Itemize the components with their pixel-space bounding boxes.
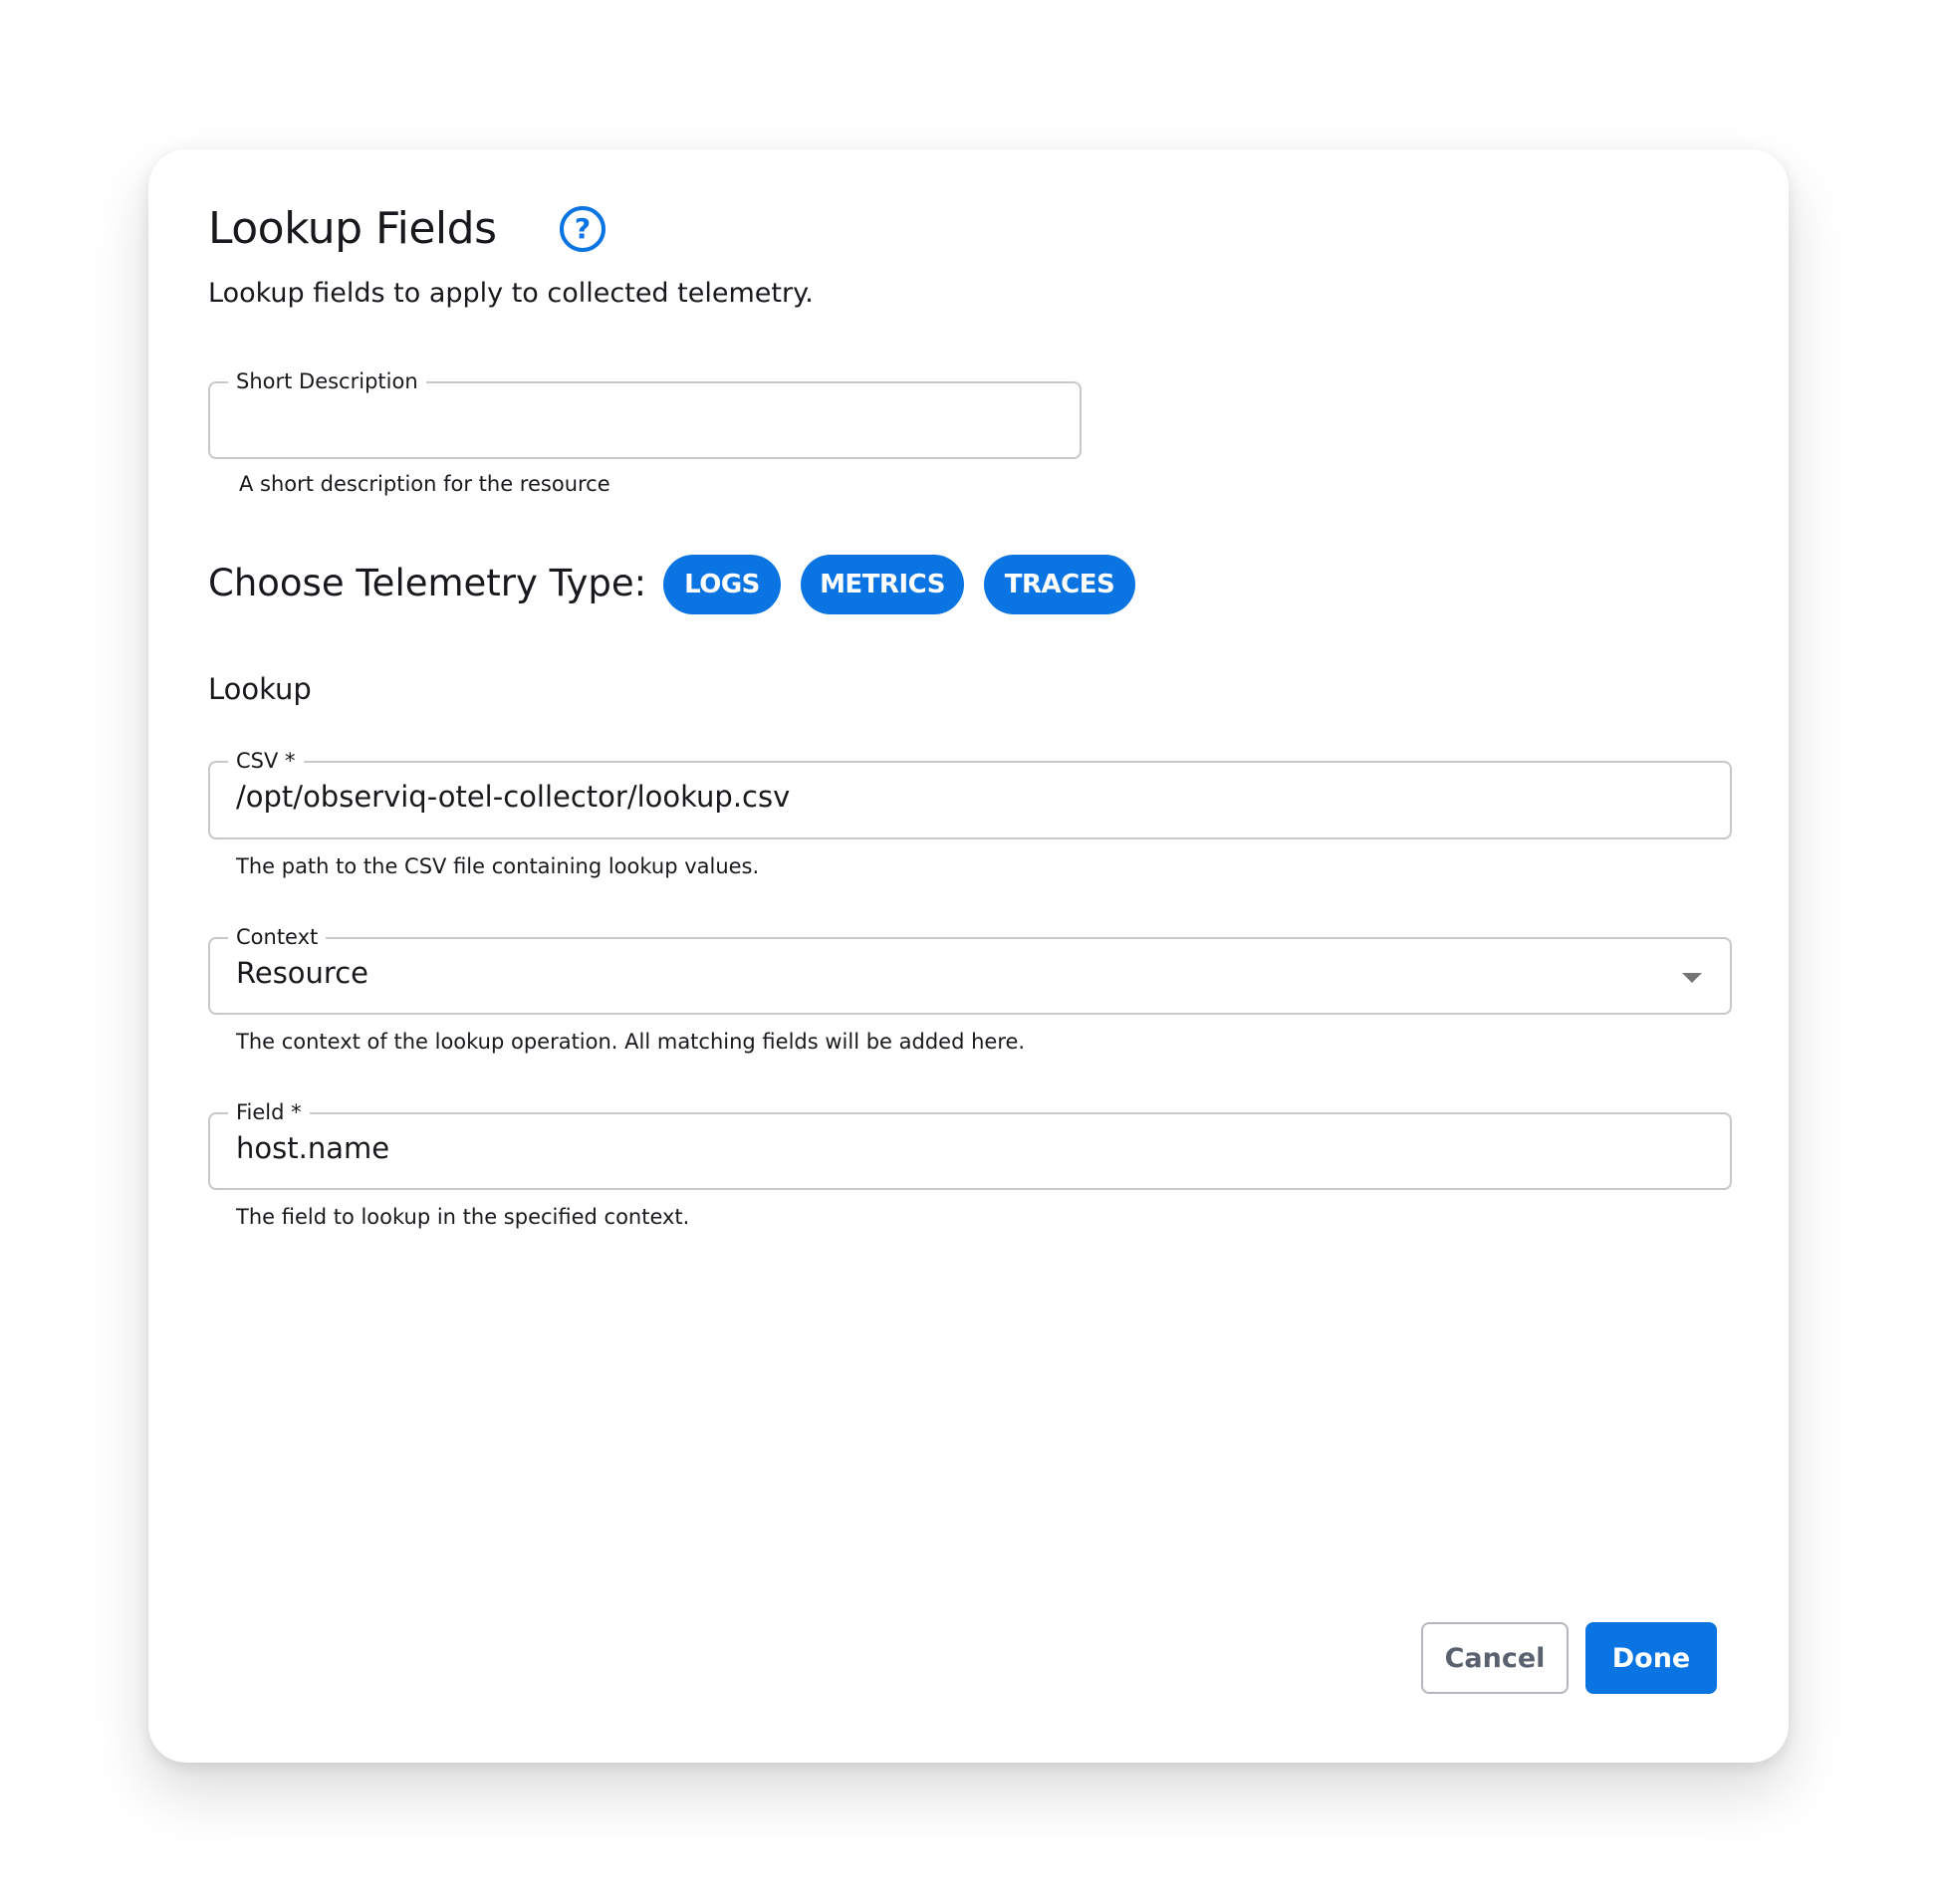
csv-helper: The path to the CSV file containing look…	[236, 854, 760, 878]
context-label: Context	[228, 922, 327, 952]
short-description-field[interactable]: Short Description	[208, 366, 1082, 459]
cancel-button[interactable]: Cancel	[1421, 1622, 1569, 1694]
field-helper: The field to lookup in the specified con…	[236, 1205, 690, 1229]
context-select[interactable]: Context Resource	[208, 922, 1732, 1015]
field-input-field[interactable]: Field * host.name	[208, 1097, 1732, 1190]
csv-label: CSV *	[228, 746, 304, 776]
telemetry-type-label: Choose Telemetry Type:	[208, 562, 647, 604]
context-helper: The context of the lookup operation. All…	[236, 1030, 1026, 1054]
done-button[interactable]: Done	[1585, 1622, 1717, 1694]
help-icon[interactable]: ?	[560, 206, 606, 252]
dialog-title: Lookup Fields	[208, 203, 497, 254]
chevron-down-icon[interactable]	[1682, 973, 1702, 983]
context-value: Resource	[236, 956, 368, 990]
field-input[interactable]: host.name	[236, 1128, 389, 1168]
chip-logs[interactable]: LOGS	[663, 555, 781, 614]
lookup-fields-dialog: Lookup Fields ? Lookup fields to apply t…	[148, 149, 1789, 1763]
field-label: Field *	[228, 1097, 310, 1127]
chip-metrics[interactable]: METRICS	[801, 555, 964, 614]
short-description-helper: A short description for the resource	[239, 472, 610, 496]
short-description-label: Short Description	[228, 366, 426, 396]
csv-field[interactable]: CSV * /opt/observiq-otel-collector/looku…	[208, 746, 1732, 839]
lookup-section-heading: Lookup	[208, 672, 312, 706]
dialog-subtitle: Lookup fields to apply to collected tele…	[208, 278, 814, 309]
chip-traces[interactable]: TRACES	[984, 555, 1135, 614]
csv-input[interactable]: /opt/observiq-otel-collector/lookup.csv	[236, 777, 790, 817]
